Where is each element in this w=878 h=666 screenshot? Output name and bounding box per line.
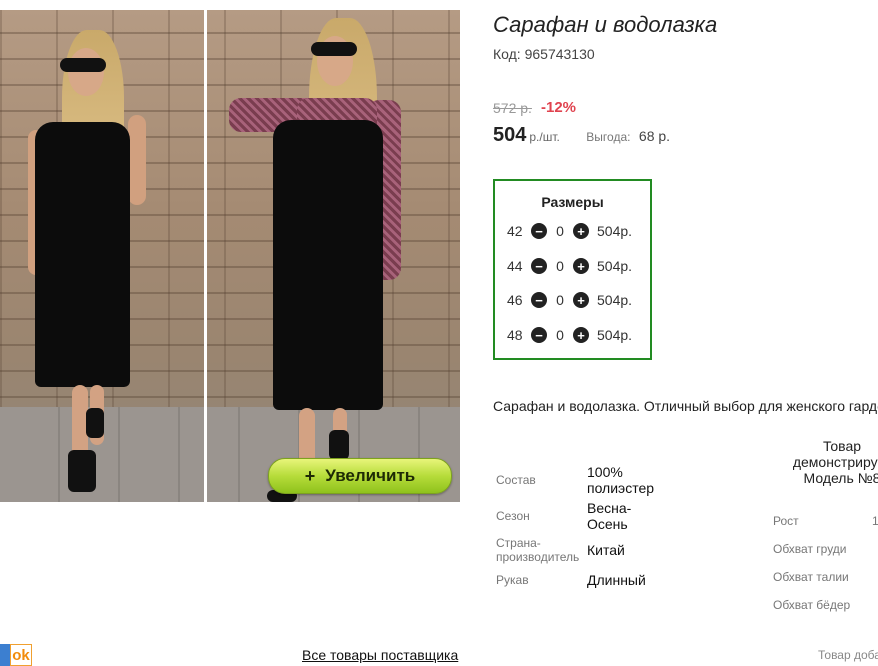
zoom-button-label: Увеличить <box>325 466 416 485</box>
size-row-44: 44 − 0 + 504р. <box>507 256 632 276</box>
model-label-hips: Обхват бёдер <box>773 598 851 612</box>
sizes-panel: Размеры 42 − 0 + 504р. 44 − 0 + 504р. 46… <box>493 179 652 360</box>
model-label-height: Рост <box>773 514 799 528</box>
product-description: Сарафан и водолазка. Отличный выбор для … <box>493 398 878 414</box>
size-row-46: 46 − 0 + 504р. <box>507 290 632 310</box>
size-label: 42 <box>507 223 523 239</box>
size-row-42: 42 − 0 + 504р. <box>507 221 632 241</box>
quantity-value[interactable]: 0 <box>547 327 573 343</box>
product-code: Код: 965743130 <box>493 46 595 62</box>
spec-value-composition: 100% полиэстер <box>587 464 655 496</box>
quantity-value[interactable]: 0 <box>547 223 573 239</box>
minus-icon[interactable]: − <box>531 258 547 274</box>
model-label-bust: Обхват груди <box>773 542 847 556</box>
model-figure-right <box>207 10 460 502</box>
spec-label-composition: Состав <box>496 473 536 487</box>
added-notice: Товар добавлен <box>818 648 878 662</box>
spec-value-country: Китай <box>587 542 625 558</box>
model-label-waist: Обхват талии <box>773 570 849 584</box>
old-price: 572 р. <box>493 100 532 116</box>
size-label: 44 <box>507 258 523 274</box>
quantity-value[interactable]: 0 <box>547 292 573 308</box>
code-value: 965743130 <box>524 46 595 62</box>
minus-icon[interactable]: − <box>531 223 547 239</box>
size-label: 48 <box>507 327 523 343</box>
spec-label-country: Страна-производитель <box>496 536 580 564</box>
zoom-button[interactable]: + Увеличить <box>268 458 452 494</box>
spec-label-sleeve: Рукав <box>496 573 529 587</box>
odnoklassniki-icon[interactable]: ok <box>10 644 32 666</box>
plus-icon: + <box>304 465 316 486</box>
product-photo[interactable]: + Увеличить <box>0 10 460 502</box>
plus-icon[interactable]: + <box>573 292 589 308</box>
price: 504 <box>493 124 527 146</box>
minus-icon[interactable]: − <box>531 327 547 343</box>
price-unit: р./шт. <box>529 130 560 144</box>
product-title: Сарафан и водолазка <box>493 12 718 37</box>
plus-icon[interactable]: + <box>573 223 589 239</box>
sizes-title: Размеры <box>541 194 604 210</box>
quantity-value[interactable]: 0 <box>547 258 573 274</box>
size-price: 504р. <box>597 292 633 308</box>
spec-value-season: Весна-Осень <box>587 500 632 532</box>
minus-icon[interactable]: − <box>531 292 547 308</box>
price-row: 504 р./шт. Выгода: 68 р. <box>493 124 670 147</box>
all-supplier-products-link[interactable]: Все товары поставщика <box>302 647 458 663</box>
profit-value: 68 р. <box>638 128 671 144</box>
size-price: 504р. <box>597 327 633 343</box>
size-price: 504р. <box>597 258 633 274</box>
profit-label: Выгода: <box>586 130 631 144</box>
plus-icon[interactable]: + <box>573 258 589 274</box>
code-label: Код: <box>493 46 521 62</box>
share-icon[interactable] <box>0 644 10 666</box>
plus-icon[interactable]: + <box>573 327 589 343</box>
size-label: 46 <box>507 292 523 308</box>
model-figure-left <box>0 10 204 502</box>
discount-badge: -12% <box>541 99 577 116</box>
spec-label-season: Сезон <box>496 509 530 523</box>
size-price: 504р. <box>597 223 633 239</box>
spec-value-sleeve: Длинный <box>587 572 646 588</box>
size-row-48: 48 − 0 + 504р. <box>507 325 632 345</box>
model-value-height: 1 <box>872 514 878 528</box>
model-header: Товар демонстрирует Модель №8 <box>792 438 878 486</box>
